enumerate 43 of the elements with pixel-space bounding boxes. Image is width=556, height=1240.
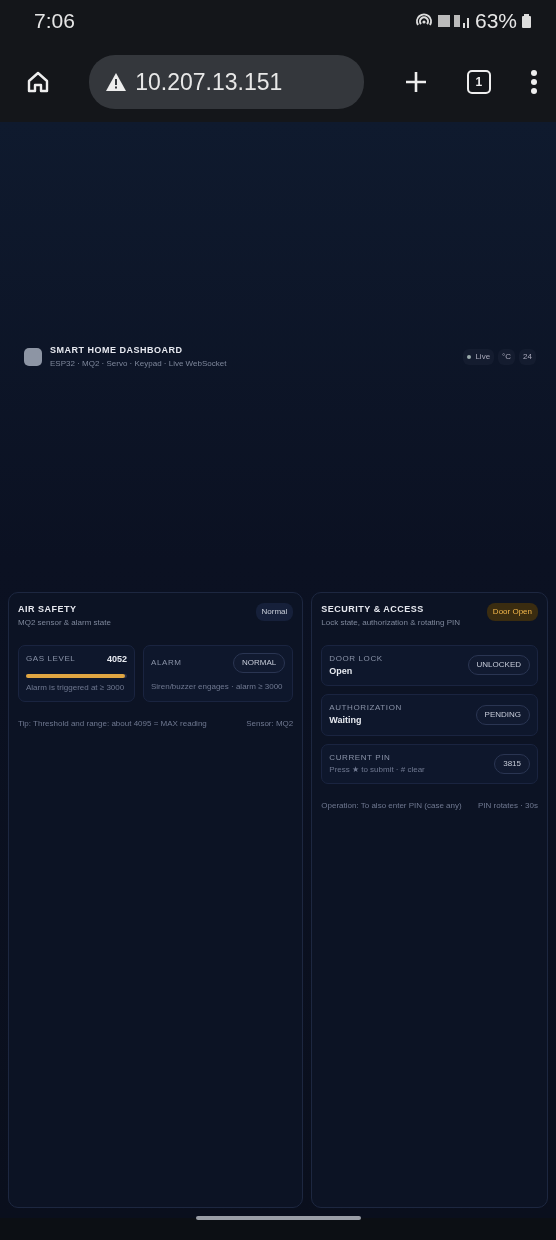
more-menu-icon[interactable] [530,69,538,95]
url-text: 10.207.13.151 [135,67,283,97]
live-label: Live [475,351,491,363]
status-pill: UNLOCKED [467,655,530,676]
panel-title: SECURITY & ACCESS [321,603,425,616]
sensor-note: Sensor: MQ2 [246,718,294,730]
panel-subtitle: MQ2 sensor & alarm state [18,616,111,629]
header-button[interactable]: °C [498,349,516,365]
battery-icon [521,13,532,29]
status-pill: PENDING [475,704,530,725]
address-bar[interactable]: 10.207.13.151 [89,55,365,109]
logo-icon [24,348,42,366]
status-pill: 3815 [494,753,530,774]
status-dot-icon [467,355,472,359]
warning-icon [105,72,128,92]
dashboard-title: SMART HOME DASHBOARD [50,344,184,358]
dashboard-subtitle: ESP32 · MQ2 · Servo · Keypad · Live WebSocket [50,357,227,370]
row-label: AUTHORIZATION [329,702,402,714]
row-label: CURRENT PIN [329,751,392,764]
gesture-handle[interactable] [195,1216,361,1220]
battery-percentage: 63% [474,8,517,35]
header-button[interactable]: 24 [519,349,536,365]
row-label: DOOR LOCK [329,652,383,665]
gas-value: 4052 [106,652,127,666]
panel-subtitle: Lock state, authorization & rotating PIN [321,616,461,629]
footer-note: Tip: Threshold and range: about 4095 = MAX reading [18,718,207,730]
alarm-status: NORMAL [233,652,286,673]
plus-icon[interactable] [403,70,428,94]
row-value: Open [329,664,354,678]
footer-note: Operation: To also enter PIN (case any) [321,799,462,812]
home-icon[interactable] [26,70,50,94]
status-badge: Door Open [486,603,538,621]
tab-count-button[interactable]: 1 [466,70,491,94]
clock-time: 7:06 [34,8,75,35]
panel-title: AIR SAFETY [18,603,78,616]
row-value: Press ★ to submit · # clear [329,763,425,776]
row-value: Waiting [329,714,363,727]
pin-note: PIN rotates · 30s [477,799,538,812]
gas-label: GAS LEVEL [26,653,76,666]
gas-hint: Alarm is triggered at ≥ 3000 [26,682,126,694]
alarm-label: ALARM [150,656,182,669]
alarm-hint: Siren/buzzer engages · alarm ≥ 3000 [150,680,284,693]
status-badge: Normal [255,603,294,621]
